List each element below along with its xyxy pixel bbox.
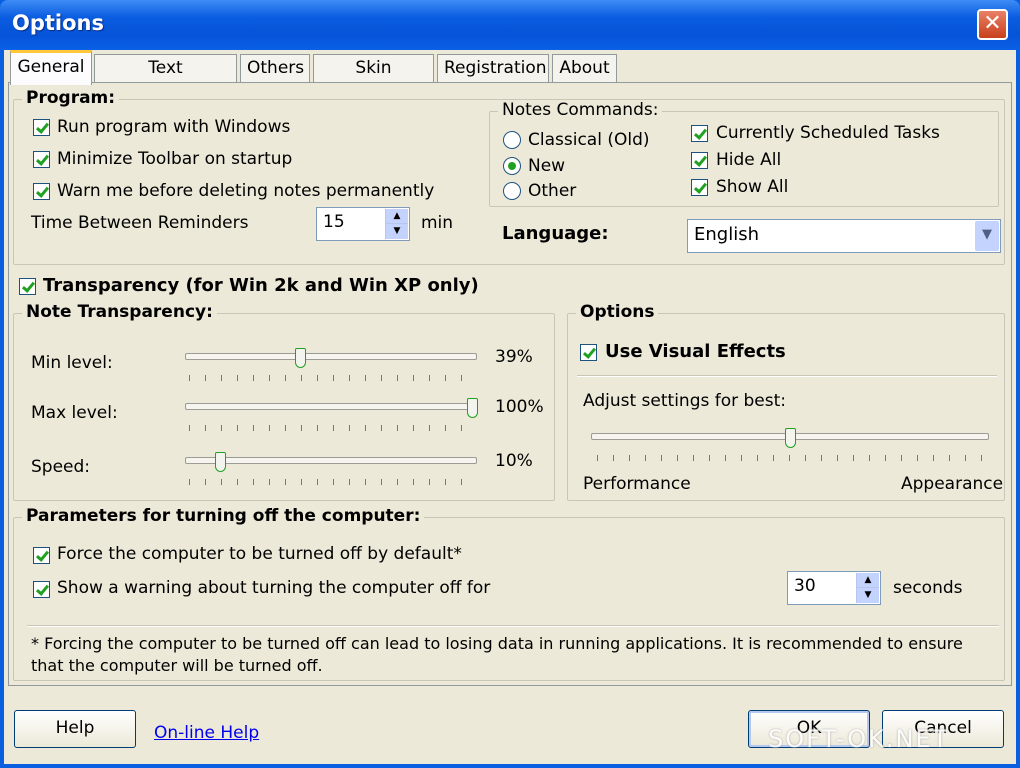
shutdown-separator — [27, 625, 999, 627]
run-with-windows-checkbox[interactable] — [33, 119, 50, 136]
min-level-label: Min level: — [31, 353, 113, 373]
general-tab-page: Program: Run program with Windows Minimi… — [8, 82, 1012, 686]
time-between-value: 15 — [323, 212, 345, 232]
visual-effects-label: Use Visual Effects — [605, 341, 786, 362]
dialog-client: General Text parameters Others Skin Brow… — [4, 50, 1016, 764]
chevron-down-icon[interactable]: ▼ — [975, 221, 999, 251]
tab-registration[interactable]: Registration — [437, 54, 549, 82]
minimize-toolbar-checkbox[interactable] — [33, 151, 50, 168]
options-separator — [577, 375, 997, 377]
time-between-label: Time Between Reminders — [31, 213, 249, 233]
shutdown-footnote: * Forcing the computer to be turned off … — [31, 634, 963, 675]
max-level-thumb[interactable] — [467, 398, 478, 418]
program-title: Program: — [22, 88, 120, 108]
visual-effects-checkbox[interactable] — [580, 344, 597, 361]
scheduled-tasks-label: Currently Scheduled Tasks — [716, 123, 940, 143]
speed-thumb[interactable] — [215, 452, 226, 472]
show-all-label: Show All — [716, 177, 789, 197]
help-button[interactable]: Help — [14, 710, 136, 748]
force-off-label: Force the computer to be turned off by d… — [57, 544, 462, 564]
transparency-checkbox[interactable] — [19, 278, 36, 295]
other-label: Other — [528, 181, 577, 201]
shutdown-title: Parameters for turning off the computer: — [22, 506, 425, 526]
show-all-checkbox[interactable] — [691, 179, 708, 196]
language-select[interactable]: English ▼ — [687, 219, 1001, 253]
speed-label: Speed: — [31, 457, 91, 477]
tab-skin-browser[interactable]: Skin Browser — [313, 54, 434, 104]
options-window: Options ✕ General Text parameters Others… — [0, 0, 1020, 768]
max-level-track[interactable] — [185, 403, 477, 410]
visual-effects-ticks — [597, 455, 989, 461]
language-label: Language: — [502, 223, 609, 244]
spinner-down-icon[interactable]: ▼ — [386, 224, 408, 239]
classical-label: Classical (Old) — [528, 130, 650, 150]
seconds-spinner[interactable]: 30 ▲ ▼ — [787, 571, 881, 605]
time-between-unit: min — [421, 213, 454, 233]
seconds-spinner-arrows: ▲ ▼ — [856, 573, 879, 603]
min-level-ticks — [189, 375, 477, 381]
hide-all-label: Hide All — [716, 150, 782, 170]
notes-commands-title: Notes Commands: — [498, 100, 663, 120]
tab-general[interactable]: General — [10, 50, 92, 85]
seconds-value: 30 — [794, 576, 816, 596]
warn-delete-label: Warn me before deleting notes permanentl… — [57, 181, 435, 201]
max-level-value: 100% — [495, 397, 544, 417]
scheduled-tasks-checkbox[interactable] — [691, 125, 708, 142]
time-between-spinner[interactable]: 15 ▲ ▼ — [316, 207, 410, 241]
new-label: New — [528, 156, 566, 176]
show-warning-label: Show a warning about turning the compute… — [57, 578, 491, 598]
min-level-value: 39% — [495, 347, 533, 367]
speed-track[interactable] — [185, 457, 477, 464]
close-icon[interactable]: ✕ — [977, 9, 1008, 40]
hide-all-checkbox[interactable] — [691, 152, 708, 169]
warn-delete-checkbox[interactable] — [33, 183, 50, 200]
min-level-thumb[interactable] — [295, 348, 306, 368]
visual-effects-thumb[interactable] — [785, 428, 796, 448]
min-level-track[interactable] — [185, 353, 477, 360]
force-off-checkbox[interactable] — [33, 547, 50, 564]
language-value: English — [694, 224, 759, 245]
window-title: Options — [12, 11, 104, 35]
tab-about[interactable]: About — [552, 54, 617, 82]
seconds-up-icon[interactable]: ▲ — [857, 573, 879, 588]
options-title: Options — [576, 302, 659, 322]
speed-ticks — [189, 479, 477, 485]
minimize-toolbar-label: Minimize Toolbar on startup — [57, 149, 293, 169]
performance-label: Performance — [583, 474, 691, 494]
transparency-label: Transparency (for Win 2k and Win XP only… — [43, 275, 479, 296]
max-level-ticks — [189, 425, 477, 431]
tab-text-parameters[interactable]: Text parameters — [94, 54, 237, 104]
show-warning-checkbox[interactable] — [33, 581, 50, 598]
tab-others[interactable]: Others — [240, 54, 310, 82]
adjust-label: Adjust settings for best: — [583, 391, 787, 411]
title-bar[interactable]: Options ✕ — [0, 0, 1020, 50]
seconds-down-icon[interactable]: ▼ — [857, 588, 879, 603]
max-level-label: Max level: — [31, 403, 118, 423]
watermark: SOFT-OK.NET — [768, 725, 950, 753]
spinner-arrows: ▲ ▼ — [385, 209, 408, 239]
online-help-link[interactable]: On-line Help — [154, 723, 259, 743]
run-with-windows-label: Run program with Windows — [57, 117, 291, 137]
classical-radio[interactable] — [503, 131, 521, 149]
spinner-up-icon[interactable]: ▲ — [386, 209, 408, 224]
new-radio[interactable] — [503, 157, 521, 175]
speed-value: 10% — [495, 451, 533, 471]
note-transparency-title: Note Transparency: — [22, 302, 217, 322]
appearance-label: Appearance — [901, 474, 1004, 494]
seconds-unit: seconds — [893, 578, 963, 598]
other-radio[interactable] — [503, 182, 521, 200]
